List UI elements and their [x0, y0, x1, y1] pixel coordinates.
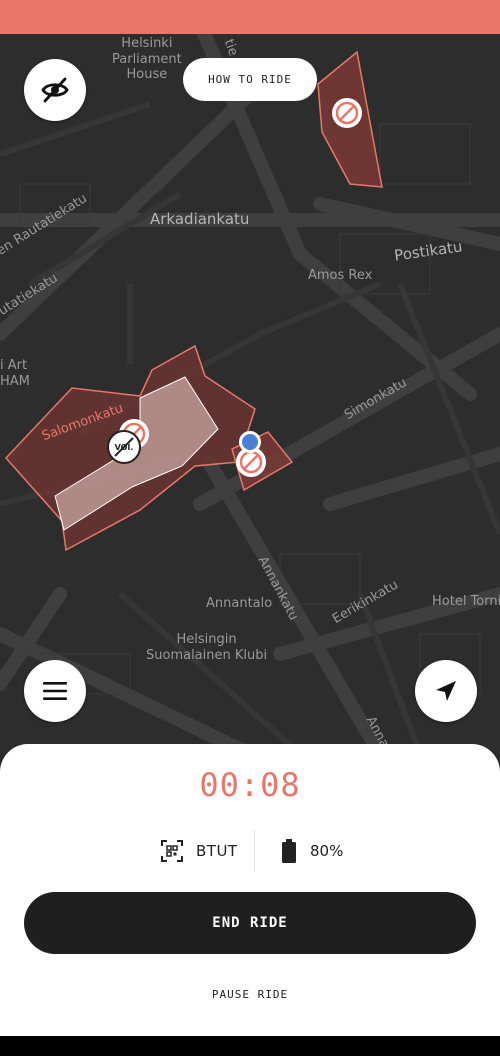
locate-me-button[interactable] [415, 660, 477, 722]
ride-timer: 00:08 [199, 766, 301, 804]
map-label-suomalainen-klubi: Helsingin Suomalainen Klubi [146, 632, 268, 663]
system-nav-bar [0, 1036, 500, 1056]
battery-text: 80% [310, 842, 344, 860]
map-label-annantalo: Annantalo [206, 596, 273, 611]
qr-scan-icon [161, 840, 183, 862]
ride-info-row: BTUT 80% [0, 830, 500, 872]
battery-level: 80% [282, 838, 343, 864]
map-label-arkadiankatu: Arkadiankatu [150, 210, 250, 228]
navigation-arrow-icon [436, 681, 456, 701]
menu-button[interactable] [24, 660, 86, 722]
status-bar [0, 0, 500, 34]
eye-off-icon [41, 77, 69, 103]
map-label-hotel-torni: Hotel Torni [432, 594, 500, 609]
info-divider [254, 830, 255, 872]
no-entry-slash-icon [114, 437, 134, 457]
map-view[interactable]: VOI. Helsinki Parliament House tie Arkad… [0, 34, 500, 754]
no-parking-icon [332, 98, 362, 128]
map-label-ham: i Art HAM [0, 358, 30, 389]
hide-zones-button[interactable] [24, 59, 86, 121]
vehicle-code-text: BTUT [196, 842, 238, 860]
how-to-ride-button[interactable]: HOW TO RIDE [183, 58, 317, 101]
user-location-dot [239, 431, 261, 453]
pause-ride-button[interactable]: PAUSE RIDE [0, 988, 500, 1001]
menu-icon [43, 682, 67, 700]
vehicle-code: BTUT [160, 838, 238, 864]
battery-icon [282, 839, 296, 863]
map-label-parliament: Helsinki Parliament House [112, 36, 182, 83]
end-ride-button[interactable]: END RIDE [24, 892, 476, 954]
map-label-amos-rex: Amos Rex [308, 268, 373, 283]
voi-parking-marker[interactable]: VOI. [107, 430, 141, 464]
